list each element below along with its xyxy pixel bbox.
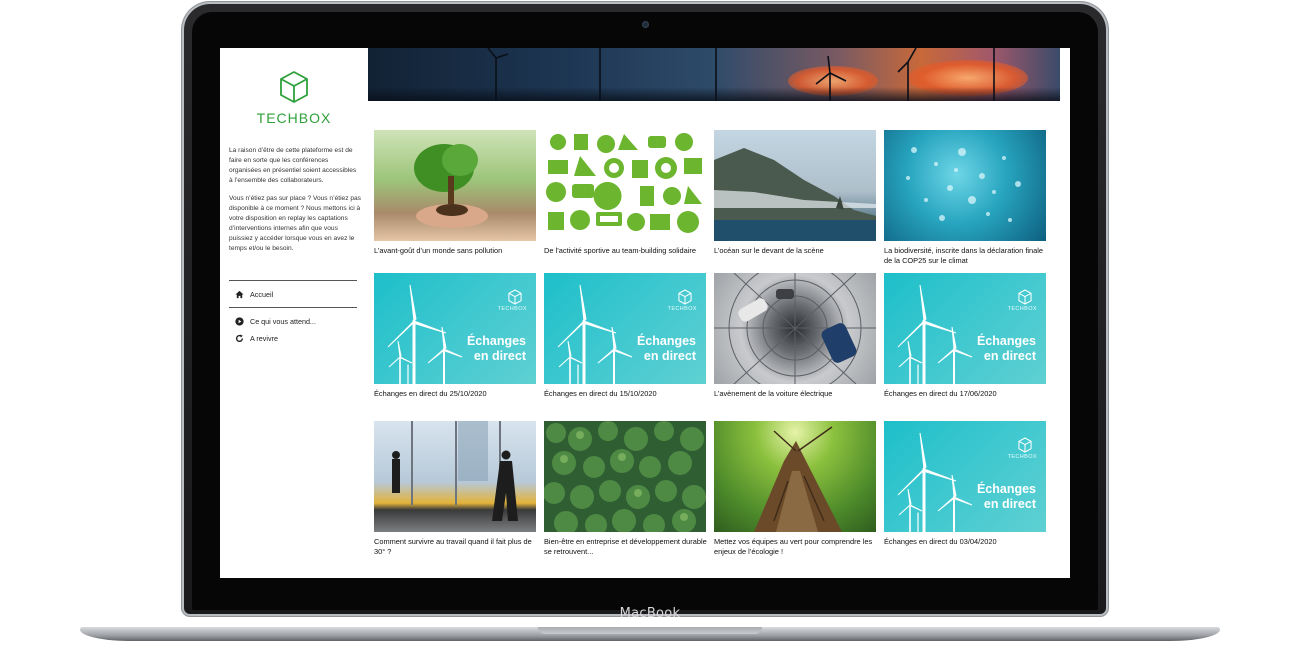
laptop-base-notch bbox=[538, 627, 762, 634]
cube-outline-icon bbox=[280, 71, 308, 103]
cube-outline-icon bbox=[508, 289, 522, 305]
live-brand: TECHBOX bbox=[1007, 306, 1037, 312]
sidebar-divider bbox=[229, 280, 357, 281]
card-caption: L’avant-goût d’un monde sans pollution bbox=[374, 246, 503, 255]
replay-icon bbox=[235, 334, 244, 343]
office-window-image bbox=[392, 421, 518, 521]
live-title: Échanges en direct bbox=[977, 482, 1036, 512]
live-title-line-2: en direct bbox=[643, 349, 696, 363]
live-title-line-2: en direct bbox=[983, 497, 1036, 511]
nav-label-a-revivre: A revivre bbox=[250, 334, 278, 343]
live-title-line-1: Échanges bbox=[976, 334, 1036, 348]
cube-outline-icon bbox=[1018, 437, 1032, 453]
live-brand: TECHBOX bbox=[1007, 454, 1037, 460]
live-title-line-2: en direct bbox=[473, 349, 526, 363]
hero-banner bbox=[368, 48, 1060, 101]
live-title: Échanges en direct bbox=[637, 334, 696, 364]
ocean-cliff-image bbox=[714, 148, 876, 241]
intro-paragraph-2: Vous n’étiez pas sur place ? Vous n’étie… bbox=[229, 195, 361, 252]
car-tower-image bbox=[714, 273, 876, 384]
card-thumbnail bbox=[714, 273, 876, 384]
tree-in-hands-image bbox=[414, 144, 488, 228]
card-thumbnail bbox=[884, 130, 1046, 241]
nav-item-ce-qui-vous-attend[interactable]: Ce qui vous attend... bbox=[235, 317, 316, 326]
brand-name: TECHBOX bbox=[256, 110, 332, 126]
cube-outline-icon bbox=[678, 289, 692, 305]
webcam bbox=[642, 21, 649, 28]
intro-paragraph-1: La raison d’être de cette plateforme est… bbox=[229, 147, 357, 184]
card-thumbnail bbox=[714, 130, 876, 241]
home-icon bbox=[235, 290, 244, 299]
eco-icons-pattern-image bbox=[546, 133, 702, 233]
card-thumbnail bbox=[544, 421, 706, 532]
live-title-line-1: Échanges bbox=[466, 334, 526, 348]
card-thumbnail: TECHBOX Échanges en direct bbox=[884, 421, 1046, 532]
card-thumbnail bbox=[374, 130, 536, 241]
nav-item-accueil[interactable]: Accueil bbox=[235, 290, 273, 299]
brand-logo[interactable]: TECHBOX bbox=[220, 70, 368, 126]
card-caption: L’avènement de la voiture électrique bbox=[714, 389, 833, 398]
underwater-bubbles-image bbox=[906, 147, 1021, 222]
nav-item-a-revivre[interactable]: A revivre bbox=[235, 334, 278, 343]
play-circle-icon bbox=[235, 317, 244, 326]
live-title: Échanges en direct bbox=[467, 334, 526, 364]
card-caption: Échanges en direct du 15/10/2020 bbox=[544, 389, 657, 398]
card-thumbnail: TECHBOX Échanges en direct bbox=[374, 273, 536, 384]
card-caption: La biodiversité, inscrite dans la déclar… bbox=[884, 246, 1043, 265]
cube-outline-icon bbox=[1018, 289, 1032, 305]
live-title: Échanges en direct bbox=[977, 334, 1036, 364]
card-caption: De l’activité sportive au team-building … bbox=[544, 246, 696, 255]
live-brand: TECHBOX bbox=[667, 306, 697, 312]
tree-trunk-looking-up-image bbox=[754, 426, 842, 532]
live-title-line-1: Échanges bbox=[636, 334, 696, 348]
card-caption: Échanges en direct du 25/10/2020 bbox=[374, 389, 487, 398]
card-caption: Échanges en direct du 17/06/2020 bbox=[884, 389, 997, 398]
card-thumbnail bbox=[374, 421, 536, 532]
card-thumbnail bbox=[714, 421, 876, 532]
intro-text: La raison d’être de cette plateforme est… bbox=[229, 146, 361, 254]
sidebar-divider bbox=[229, 307, 357, 308]
device-label: MacBook bbox=[619, 606, 681, 621]
card-thumbnail: TECHBOX Échanges en direct bbox=[884, 273, 1046, 384]
wind-turbine-silhouettes bbox=[487, 48, 995, 101]
card-caption: Mettez vos équipes au vert pour comprend… bbox=[714, 537, 873, 556]
nav-label-ce-qui-vous-attend: Ce qui vous attend... bbox=[250, 317, 316, 326]
sidebar: TECHBOX La raison d’être de cette platef… bbox=[220, 48, 368, 578]
live-title-line-2: en direct bbox=[983, 349, 1036, 363]
nav-label-accueil: Accueil bbox=[250, 290, 274, 299]
live-title-line-1: Échanges bbox=[976, 482, 1036, 496]
card-thumbnail bbox=[544, 130, 706, 241]
forest-aerial-image bbox=[544, 421, 706, 532]
card-caption: Échanges en direct du 03/04/2020 bbox=[884, 537, 997, 546]
card-caption: Comment survivre au travail quand il fai… bbox=[374, 537, 532, 556]
live-brand: TECHBOX bbox=[497, 306, 527, 312]
card-caption: L’océan sur le devant de la scène bbox=[714, 246, 824, 255]
screen: TECHBOX La raison d’être de cette platef… bbox=[220, 48, 1070, 578]
card-thumbnail: TECHBOX Échanges en direct bbox=[544, 273, 706, 384]
card-caption: Bien-être en entreprise et développement… bbox=[544, 537, 707, 556]
